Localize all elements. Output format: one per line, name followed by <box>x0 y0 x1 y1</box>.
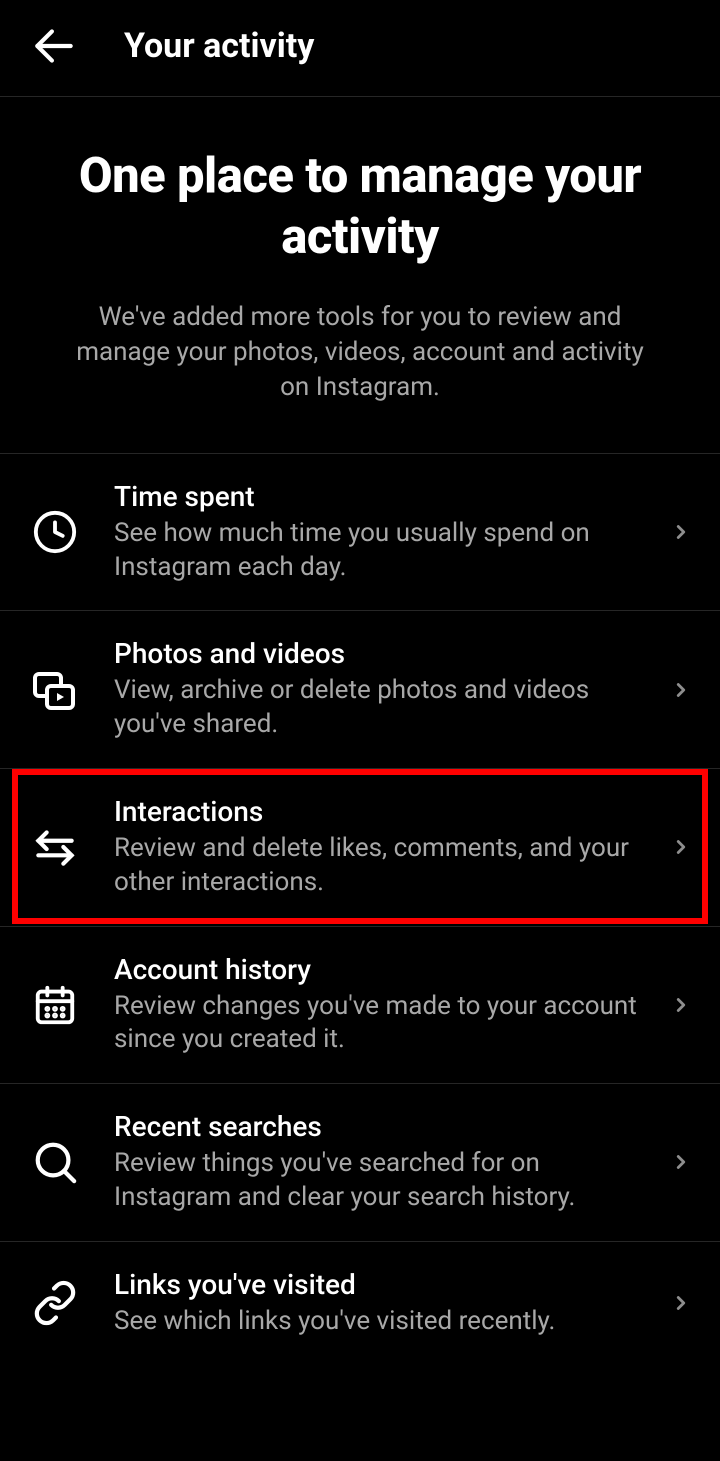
link-icon <box>28 1276 82 1330</box>
arrow-left-icon <box>29 21 79 71</box>
media-icon <box>28 663 82 717</box>
list-item-photos-videos[interactable]: Photos and videos View, archive or delet… <box>0 611 720 769</box>
item-body: Account history Review changes you've ma… <box>114 953 670 1058</box>
back-button[interactable] <box>28 20 80 72</box>
item-subtitle: See which links you've visited recently. <box>114 1305 660 1339</box>
item-subtitle: Review changes you've made to your accou… <box>114 990 660 1058</box>
list-item-recent-searches[interactable]: Recent searches Review things you've sea… <box>0 1084 720 1242</box>
item-body: Time spent See how much time you usually… <box>114 480 670 585</box>
item-subtitle: See how much time you usually spend on I… <box>114 517 660 585</box>
item-title: Account history <box>114 953 660 986</box>
item-subtitle: Review things you've searched for on Ins… <box>114 1147 660 1215</box>
calendar-icon <box>28 978 82 1032</box>
item-title: Time spent <box>114 480 660 513</box>
intro-title: One place to manage your activity <box>40 145 680 268</box>
item-title: Links you've visited <box>114 1268 660 1301</box>
item-title: Interactions <box>114 795 660 828</box>
item-body: Photos and videos View, archive or delet… <box>114 637 670 742</box>
chevron-right-icon <box>670 836 692 858</box>
item-title: Recent searches <box>114 1110 660 1143</box>
item-body: Links you've visited See which links you… <box>114 1268 670 1339</box>
intro-section: One place to manage your activity We've … <box>0 97 720 453</box>
item-body: Interactions Review and delete likes, co… <box>114 795 670 900</box>
chevron-right-icon <box>670 994 692 1016</box>
page-title: Your activity <box>124 26 314 66</box>
header: Your activity <box>0 0 720 97</box>
item-title: Photos and videos <box>114 637 660 670</box>
list-item-time-spent[interactable]: Time spent See how much time you usually… <box>0 454 720 612</box>
arrows-icon <box>28 820 82 874</box>
chevron-right-icon <box>670 1151 692 1173</box>
list-item-links-visited[interactable]: Links you've visited See which links you… <box>0 1242 720 1365</box>
chevron-right-icon <box>670 679 692 701</box>
activity-list: Time spent See how much time you usually… <box>0 453 720 1365</box>
search-icon <box>28 1135 82 1189</box>
clock-icon <box>28 505 82 559</box>
list-item-account-history[interactable]: Account history Review changes you've ma… <box>0 927 720 1085</box>
intro-subtitle: We've added more tools for you to review… <box>40 300 680 405</box>
item-body: Recent searches Review things you've sea… <box>114 1110 670 1215</box>
item-subtitle: Review and delete likes, comments, and y… <box>114 832 660 900</box>
list-item-interactions[interactable]: Interactions Review and delete likes, co… <box>0 769 720 927</box>
chevron-right-icon <box>670 521 692 543</box>
item-subtitle: View, archive or delete photos and video… <box>114 674 660 742</box>
chevron-right-icon <box>670 1292 692 1314</box>
